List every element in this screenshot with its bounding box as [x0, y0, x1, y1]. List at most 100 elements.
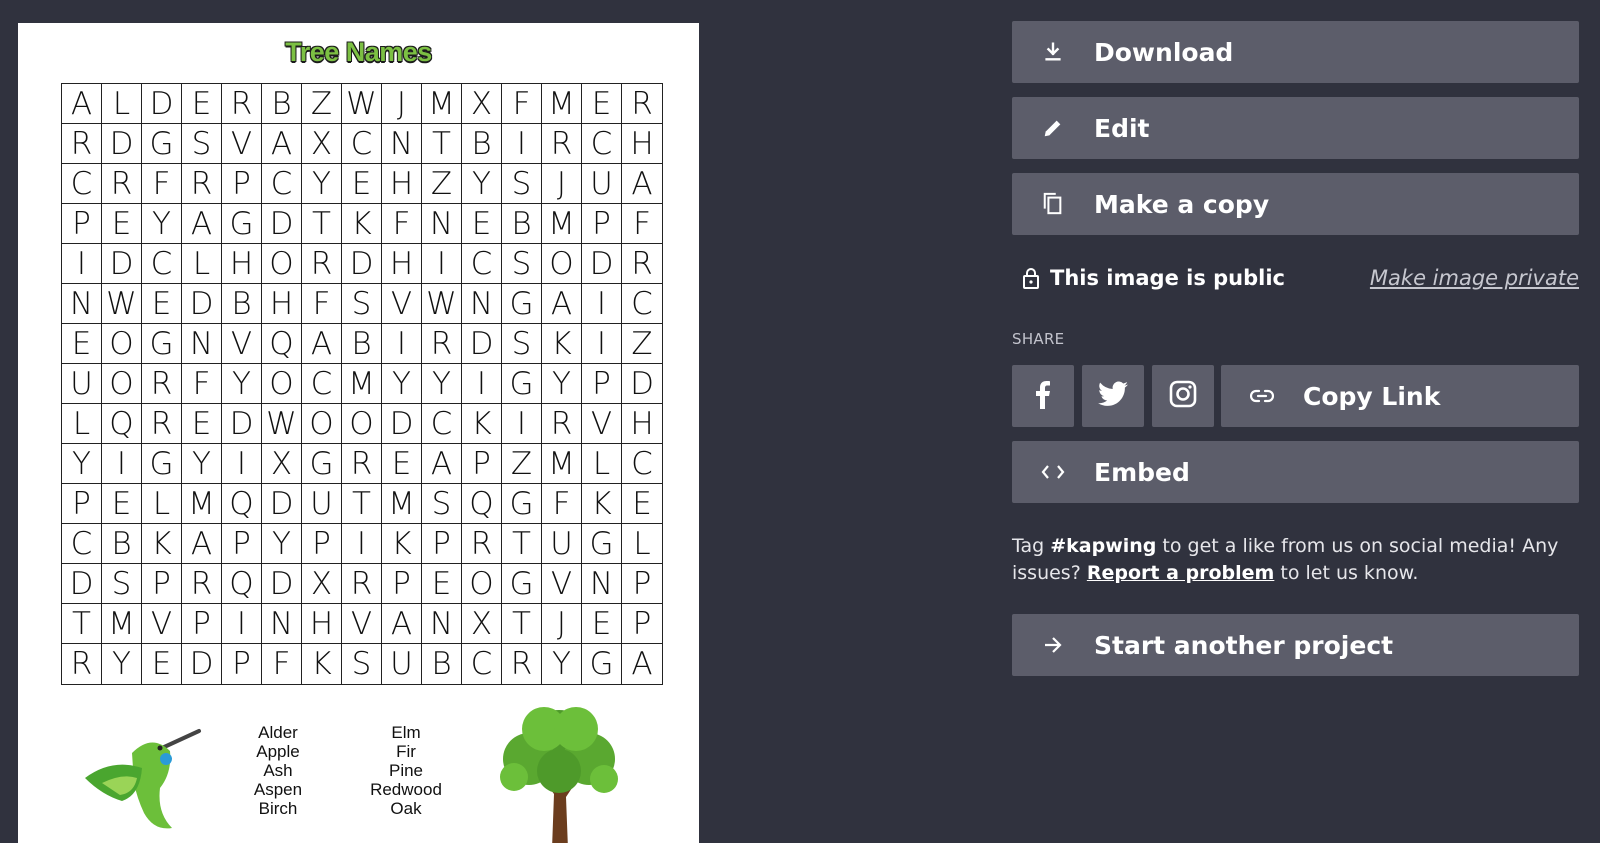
facebook-share-button[interactable] — [1012, 365, 1074, 427]
grid-cell: L — [102, 84, 142, 124]
grid-cell: G — [582, 524, 622, 564]
grid-cell: D — [102, 244, 142, 284]
grid-cell: D — [462, 324, 502, 364]
link-icon — [1221, 389, 1303, 403]
grid-cell: X — [462, 604, 502, 644]
grid-cell: G — [142, 324, 182, 364]
grid-cell: V — [342, 604, 382, 644]
grid-cell: X — [302, 564, 342, 604]
grid-cell: N — [182, 324, 222, 364]
grid-cell: I — [422, 244, 462, 284]
embed-label: Embed — [1094, 457, 1190, 487]
edit-button[interactable]: Edit — [1012, 97, 1579, 159]
grid-cell: Y — [302, 164, 342, 204]
grid-cell: D — [182, 644, 222, 684]
grid-cell: R — [462, 524, 502, 564]
grid-cell: R — [62, 644, 102, 684]
grid-cell: P — [382, 564, 422, 604]
grid-cell: R — [622, 244, 662, 284]
grid-cell: L — [62, 404, 102, 444]
grid-cell: A — [182, 524, 222, 564]
grid-cell: K — [582, 484, 622, 524]
word-item: Pine — [388, 761, 424, 780]
grid-cell: N — [582, 564, 622, 604]
word-item: Alder — [258, 723, 298, 742]
grid-cell: F — [382, 204, 422, 244]
grid-cell: C — [142, 244, 182, 284]
privacy-row: This image is public Make image private — [1012, 262, 1579, 294]
grid-cell: B — [222, 284, 262, 324]
grid-cell: I — [342, 524, 382, 564]
grid-cell: E — [182, 84, 222, 124]
grid-cell: A — [622, 164, 662, 204]
embed-button[interactable]: Embed — [1012, 441, 1579, 503]
grid-cell: B — [422, 644, 462, 684]
grid-cell: G — [142, 124, 182, 164]
word-item: Elm — [391, 723, 421, 742]
copy-link-button[interactable]: Copy Link — [1221, 365, 1579, 427]
grid-cell: M — [182, 484, 222, 524]
grid-cell: G — [302, 444, 342, 484]
word-search-grid: ALDERBZWJMXFMERRDGSVAXCNTBIRCHCRFRPCYEHZ… — [61, 83, 663, 685]
grid-cell: A — [631, 646, 653, 682]
grid-cell: U — [582, 164, 622, 204]
grid-cell: G — [502, 564, 542, 604]
grid-cell: B — [342, 324, 382, 364]
grid-cell: O — [302, 404, 342, 444]
grid-cell: F — [262, 644, 302, 684]
grid-cell: E — [102, 204, 142, 244]
grid-cell: U — [542, 524, 582, 564]
make-copy-button[interactable]: Make a copy — [1012, 173, 1579, 235]
grid-cell: Y — [182, 444, 222, 484]
grid-cell: M — [342, 364, 382, 404]
grid-cell: T — [502, 604, 542, 644]
grid-cell: E — [342, 164, 382, 204]
grid-cell: M — [382, 484, 422, 524]
grid-cell: C — [622, 284, 662, 324]
download-button[interactable]: Download — [1012, 21, 1579, 83]
grid-cell: P — [302, 524, 342, 564]
twitter-icon — [1098, 381, 1128, 411]
grid-cell: B — [462, 124, 502, 164]
grid-cell: R — [142, 404, 182, 444]
grid-cell: V — [222, 324, 262, 364]
grid-cell: U — [62, 364, 102, 404]
grid-cell: E — [102, 484, 142, 524]
grid-cell: K — [342, 204, 382, 244]
grid-cell: Y — [462, 164, 502, 204]
grid-cell: A — [302, 324, 342, 364]
grid-cell: C — [582, 124, 622, 164]
grid-cell: Q — [222, 564, 262, 604]
grid-cell: G — [502, 364, 542, 404]
grid-cell: A — [182, 204, 222, 244]
tree-illustration — [500, 707, 618, 843]
make-private-link[interactable]: Make image private — [1370, 266, 1579, 290]
grid-cell: D — [142, 84, 182, 124]
lock-icon — [1012, 267, 1050, 289]
grid-cell: P — [142, 564, 182, 604]
twitter-share-button[interactable] — [1082, 365, 1144, 427]
word-list-col-1: Alder Apple Ash Aspen Birch — [228, 723, 328, 818]
grid-cell: E — [582, 84, 622, 124]
grid-cell: F — [182, 364, 222, 404]
grid-cell: O — [462, 564, 502, 604]
grid-cell: N — [262, 604, 302, 644]
grid-cell: C — [462, 244, 502, 284]
grid-cell: I — [222, 604, 262, 644]
grid-cell: O — [342, 404, 382, 444]
grid-cell: C — [422, 404, 462, 444]
grid-cell: E — [582, 604, 622, 644]
grid-cell: A — [422, 444, 462, 484]
arrow-right-icon — [1012, 635, 1094, 655]
grid-cell: M — [542, 444, 582, 484]
grid-cell: S — [342, 284, 382, 324]
instagram-share-button[interactable] — [1152, 365, 1214, 427]
privacy-status: This image is public — [1050, 266, 1285, 290]
grid-cell: I — [502, 404, 542, 444]
grid-cell: S — [102, 564, 142, 604]
report-problem-link[interactable]: Report a problem — [1087, 562, 1275, 584]
grid-cell: P — [182, 604, 222, 644]
start-another-project-button[interactable]: Start another project — [1012, 614, 1579, 676]
grid-cell: Y — [382, 364, 422, 404]
grid-cell: P — [422, 524, 462, 564]
